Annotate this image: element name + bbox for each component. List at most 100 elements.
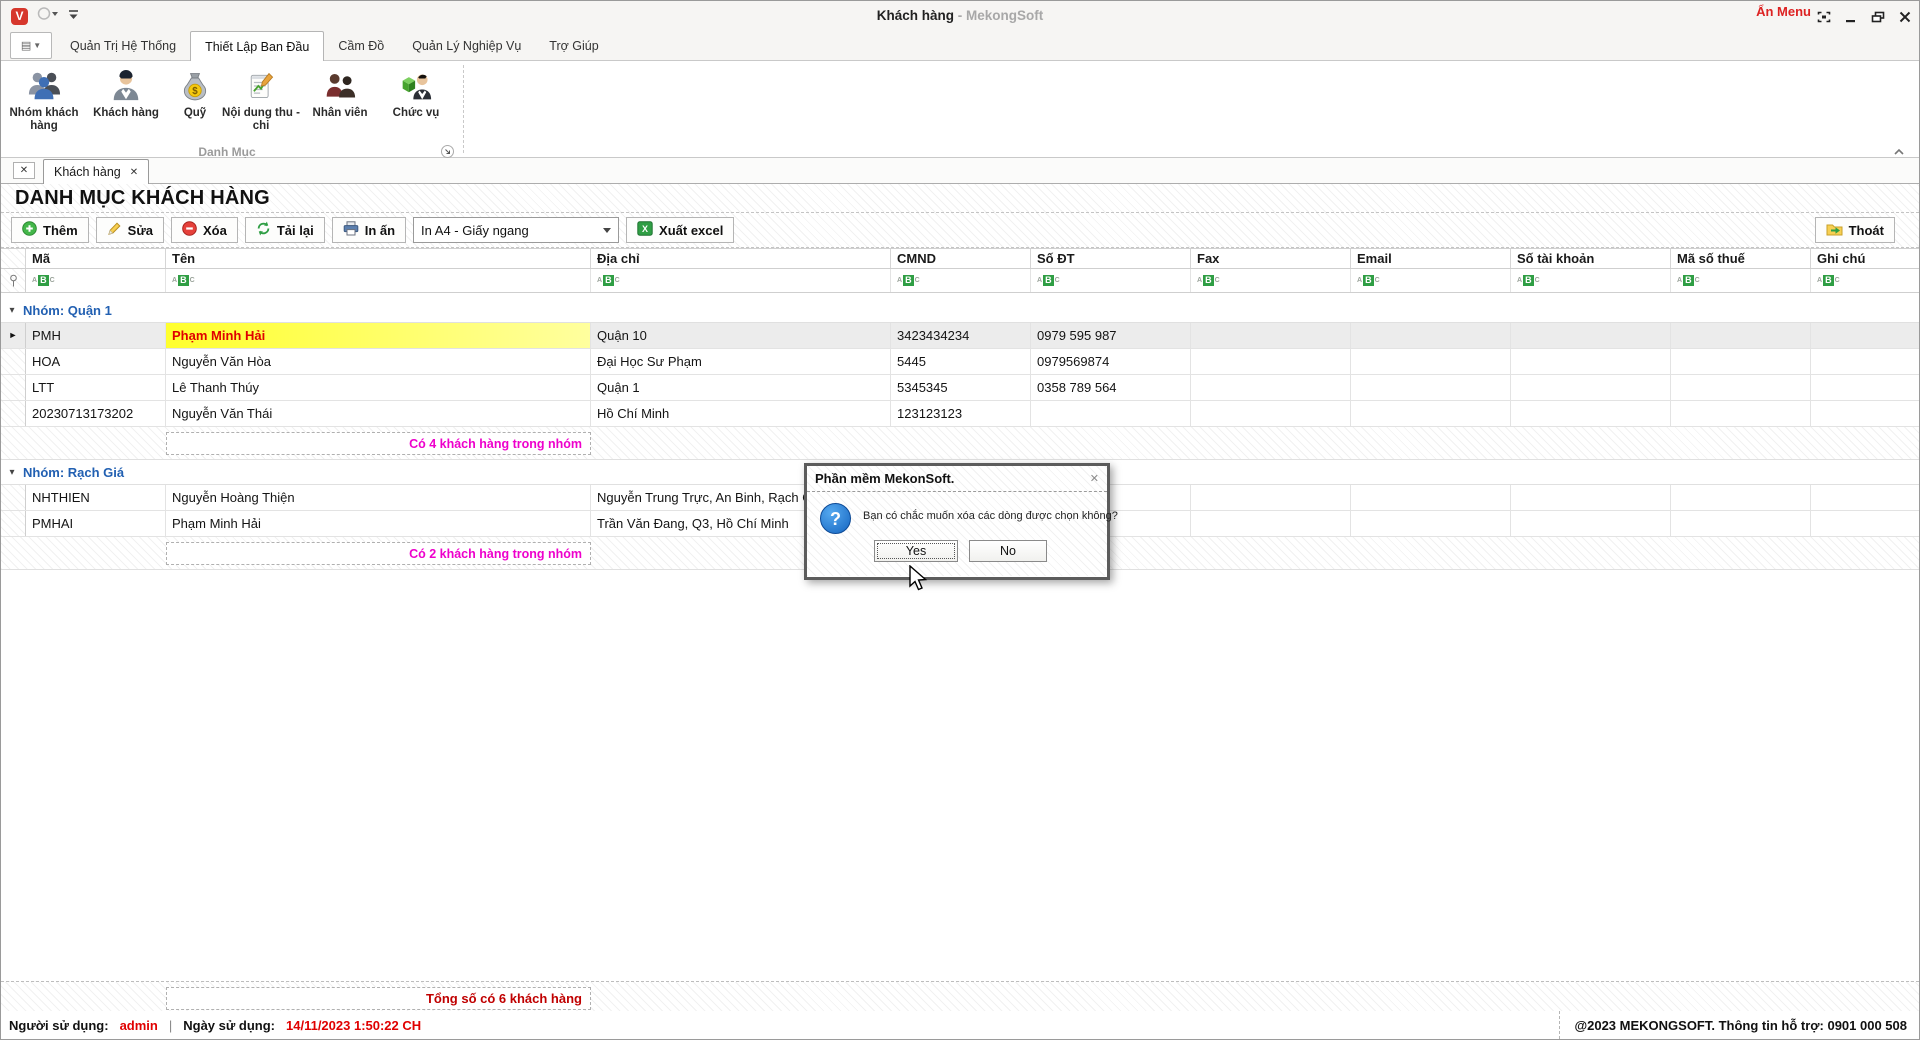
yes-button[interactable]: Yes [874, 540, 958, 562]
filter-cell-cmnd[interactable]: ABC [891, 269, 1031, 292]
table-row[interactable]: HOANguyễn Văn HòaĐại Học Sư Phạm54450979… [1, 349, 1919, 375]
ribbon-item-customer[interactable]: Khách hàng [83, 64, 169, 140]
cell-dia_chi[interactable]: Đại Học Sư Phạm [591, 349, 891, 374]
cell-ghi_chu[interactable] [1811, 323, 1919, 348]
ribbon-item-fund[interactable]: $Quỹ [169, 64, 221, 140]
cell-fax[interactable] [1191, 401, 1351, 426]
cell-fax[interactable] [1191, 511, 1351, 536]
cell-so_tai_khoan[interactable] [1511, 375, 1671, 400]
column-header-cmnd[interactable]: CMND [891, 249, 1031, 268]
cell-ghi_chu[interactable] [1811, 511, 1919, 536]
cell-ghi_chu[interactable] [1811, 401, 1919, 426]
ribbon-tab-thiet-lap-ban-dau[interactable]: Thiết Lập Ban Đầu [190, 31, 324, 61]
minimize-icon[interactable] [1843, 10, 1859, 23]
cell-ghi_chu[interactable] [1811, 349, 1919, 374]
cell-dia_chi[interactable]: Quận 10 [591, 323, 891, 348]
cell-email[interactable] [1351, 485, 1511, 510]
cell-so_dt[interactable]: 0979569874 [1031, 349, 1191, 374]
no-button[interactable]: No [969, 540, 1047, 562]
cell-ma_so_thue[interactable] [1671, 323, 1811, 348]
cell-fax[interactable] [1191, 375, 1351, 400]
column-header-so_dt[interactable]: Số ĐT [1031, 249, 1191, 268]
ribbon-item-receipt-content[interactable]: Nội dung thu - chi [221, 64, 301, 140]
cell-so_tai_khoan[interactable] [1511, 511, 1671, 536]
column-header-so_tai_khoan[interactable]: Số tài khoản [1511, 249, 1671, 268]
cell-so_dt[interactable]: 0979 595 987 [1031, 323, 1191, 348]
print-format-select[interactable]: In A4 - Giấy ngang [413, 217, 619, 243]
cell-email[interactable] [1351, 375, 1511, 400]
cell-ten[interactable]: Nguyễn Hoàng Thiện [166, 485, 591, 510]
filter-cell-so_dt[interactable]: ABC [1031, 269, 1191, 292]
ribbon-tab-quan-ly-nghiep-vu[interactable]: Quản Lý Nghiệp Vụ [398, 32, 535, 60]
document-tab-khach-hang[interactable]: Khách hàng ✕ [43, 159, 149, 184]
filter-cell-dia_chi[interactable]: ABC [591, 269, 891, 292]
hide-menu-button[interactable]: Ẩn Menu [1756, 4, 1811, 19]
column-header-email[interactable]: Email [1351, 249, 1511, 268]
filter-cell-ma[interactable]: ABC [26, 269, 166, 292]
add-button[interactable]: Thêm [11, 217, 89, 243]
cell-fax[interactable] [1191, 349, 1351, 374]
group-expand-icon[interactable]: ▾ [1, 305, 23, 316]
filter-cell-ma_so_thue[interactable]: ABC [1671, 269, 1811, 292]
cell-ma_so_thue[interactable] [1671, 485, 1811, 510]
filter-cell-so_tai_khoan[interactable]: ABC [1511, 269, 1671, 292]
cell-ten[interactable]: Nguyễn Văn Hòa [166, 349, 591, 374]
table-row[interactable]: LTTLê Thanh ThúyQuận 153453450358 789 56… [1, 375, 1919, 401]
close-icon[interactable] [1897, 10, 1913, 23]
restore-icon[interactable] [1870, 10, 1886, 23]
column-header-ghi_chu[interactable]: Ghi chú [1811, 249, 1919, 268]
print-button[interactable]: In ấn [332, 217, 406, 243]
cell-dia_chi[interactable]: Quận 1 [591, 375, 891, 400]
delete-button[interactable]: Xóa [171, 217, 238, 243]
filter-cell-ten[interactable]: ABC [166, 269, 591, 292]
cell-ma_so_thue[interactable] [1671, 401, 1811, 426]
export-excel-button[interactable]: X Xuất excel [626, 217, 734, 243]
cell-ten[interactable]: Phạm Minh Hải [166, 323, 591, 348]
column-header-ma_so_thue[interactable]: Mã số thuế [1671, 249, 1811, 268]
cell-so_tai_khoan[interactable] [1511, 401, 1671, 426]
cell-ma_so_thue[interactable] [1671, 511, 1811, 536]
tab-close-icon[interactable]: ✕ [130, 167, 138, 178]
group-header-row[interactable]: ▾Nhóm: Quận 1 [1, 298, 1919, 323]
cell-cmnd[interactable]: 5345345 [891, 375, 1031, 400]
cell-ma_so_thue[interactable] [1671, 375, 1811, 400]
exit-button[interactable]: Thoát [1815, 217, 1895, 243]
cell-ma[interactable]: HOA [26, 349, 166, 374]
cell-ma[interactable]: PMH [26, 323, 166, 348]
tabstrip-close-button[interactable]: ✕ [13, 162, 35, 179]
cell-cmnd[interactable]: 5445 [891, 349, 1031, 374]
cell-ghi_chu[interactable] [1811, 485, 1919, 510]
cell-ma[interactable]: NHTHIEN [26, 485, 166, 510]
column-header-ma[interactable]: Mã [26, 249, 166, 268]
cell-so_tai_khoan[interactable] [1511, 323, 1671, 348]
group-expand-icon[interactable]: ▾ [1, 467, 23, 478]
cell-ma[interactable]: 20230713173202 [26, 401, 166, 426]
ribbon-item-customer-group[interactable]: Nhóm khách hàng [5, 64, 83, 140]
cell-ten[interactable]: Nguyễn Văn Thái [166, 401, 591, 426]
cell-email[interactable] [1351, 401, 1511, 426]
filter-cell-ghi_chu[interactable]: ABC [1811, 269, 1919, 292]
edit-button[interactable]: Sửa [96, 217, 164, 243]
cell-fax[interactable] [1191, 323, 1351, 348]
column-header-ten[interactable]: Tên [166, 249, 591, 268]
app-menu-button[interactable]: ▤▼ [10, 32, 52, 59]
cell-ma_so_thue[interactable] [1671, 349, 1811, 374]
reload-button[interactable]: Tải lại [245, 217, 325, 243]
cell-fax[interactable] [1191, 485, 1351, 510]
column-header-fax[interactable]: Fax [1191, 249, 1351, 268]
cell-ten[interactable]: Phạm Minh Hải [166, 511, 591, 536]
ribbon-item-position[interactable]: Chức vụ [379, 64, 453, 140]
cell-email[interactable] [1351, 323, 1511, 348]
cell-ghi_chu[interactable] [1811, 375, 1919, 400]
table-row[interactable]: 20230713173202Nguyễn Văn TháiHồ Chí Minh… [1, 401, 1919, 427]
cell-dia_chi[interactable]: Hồ Chí Minh [591, 401, 891, 426]
cell-email[interactable] [1351, 349, 1511, 374]
cell-so_tai_khoan[interactable] [1511, 349, 1671, 374]
cell-so_dt[interactable] [1031, 401, 1191, 426]
dialog-close-icon[interactable]: ✕ [1090, 472, 1099, 485]
table-row[interactable]: ►PMHPhạm Minh HảiQuận 1034234342340979 5… [1, 323, 1919, 349]
cell-cmnd[interactable]: 3423434234 [891, 323, 1031, 348]
ribbon-item-staff[interactable]: Nhân viên [301, 64, 379, 140]
ribbon-tab-quan-tri-he-thong[interactable]: Quản Trị Hệ Thống [56, 32, 190, 60]
cell-so_tai_khoan[interactable] [1511, 485, 1671, 510]
